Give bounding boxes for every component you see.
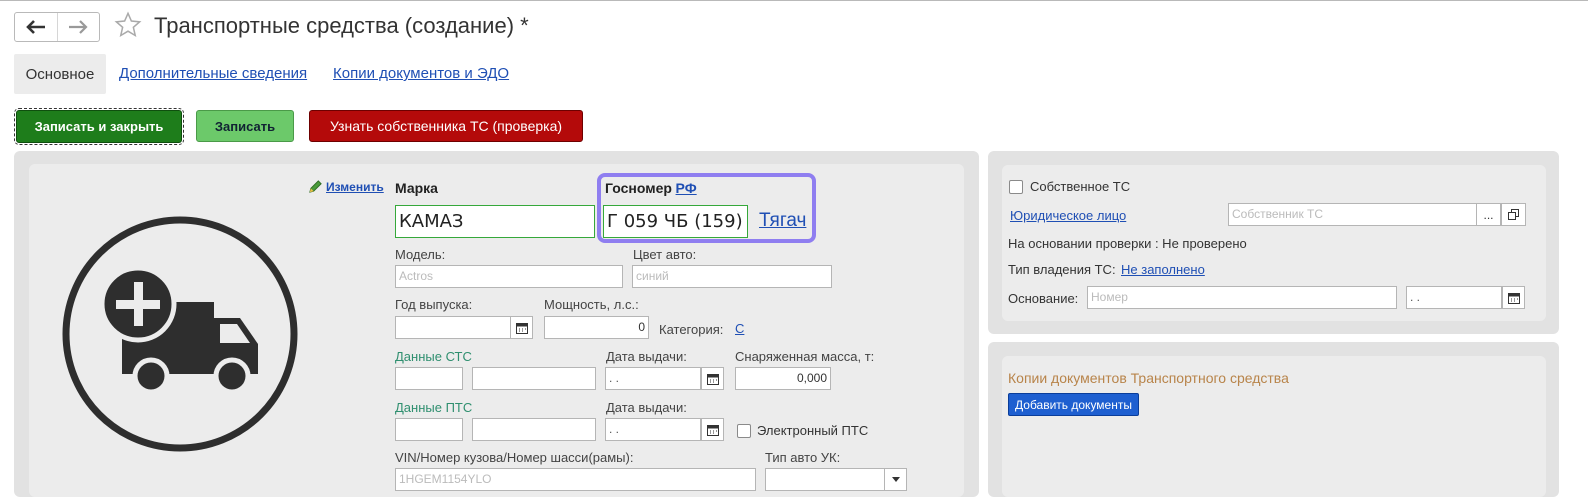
epts-checkbox[interactable]	[737, 423, 751, 438]
year-label: Год выпуска:	[395, 297, 473, 312]
sts-label: Данные СТС	[395, 349, 472, 364]
vin-label: VIN/Номер кузова/Номер шасси(рамы):	[395, 450, 634, 465]
brand-input[interactable]: КАМАЗ	[395, 205, 595, 238]
sts-date-input[interactable]: . .	[605, 367, 701, 390]
tab-document-copies[interactable]: Копии документов и ЭДО	[333, 65, 509, 82]
calendar-icon	[706, 424, 719, 436]
open-window-icon	[1508, 209, 1519, 220]
check-status-text: На основании проверки : Не проверено	[1008, 236, 1247, 251]
own-vehicle-option[interactable]: Собственное ТС	[1009, 179, 1130, 194]
epts-option[interactable]: Электронный ПТС	[737, 423, 868, 438]
pts-series-input[interactable]	[395, 418, 463, 441]
brand-label: Марка	[395, 180, 438, 196]
vehicle-kind-label: Тип авто УК:	[765, 450, 841, 465]
pts-date-label: Дата выдачи:	[606, 400, 687, 415]
tab-main[interactable]: Основное	[14, 54, 106, 94]
basis-number-input[interactable]: Номер	[1087, 286, 1397, 309]
documents-title: Копии документов Транспортного средства	[1008, 370, 1289, 386]
add-truck-icon[interactable]	[60, 214, 300, 454]
owner-open-button[interactable]	[1501, 203, 1526, 226]
pts-number-input[interactable]	[472, 418, 596, 441]
vehicle-type-link[interactable]: Тягач	[759, 210, 806, 232]
calendar-icon	[515, 322, 528, 334]
pts-label: Данные ПТС	[395, 400, 473, 415]
check-owner-button[interactable]: Узнать собственника ТС (проверка)	[309, 110, 583, 142]
plate-label: Госномер	[605, 180, 672, 196]
sts-series-input[interactable]	[395, 367, 463, 390]
power-input[interactable]: 0	[544, 316, 649, 339]
save-and-close-button[interactable]: Записать и закрыть	[14, 108, 184, 145]
year-calendar-button[interactable]	[510, 316, 533, 339]
own-vehicle-label: Собственное ТС	[1030, 179, 1131, 194]
color-label: Цвет авто:	[633, 247, 697, 262]
chevron-down-icon	[891, 477, 900, 482]
basis-date-input[interactable]: . .	[1406, 286, 1502, 309]
nav-group	[14, 12, 100, 42]
top-border	[0, 0, 1588, 1]
mass-input[interactable]: 0,000	[735, 367, 831, 390]
pencil-icon	[309, 180, 322, 193]
favorite-star-icon[interactable]	[114, 11, 142, 41]
legal-entity-link[interactable]: Юридическое лицо	[1010, 208, 1126, 223]
plate-country-link[interactable]: РФ	[676, 180, 697, 196]
year-input[interactable]	[395, 316, 511, 339]
sts-calendar-button[interactable]	[701, 367, 724, 390]
plate-input[interactable]: Г 059 ЧБ (159)	[603, 205, 748, 238]
basis-label: Основание:	[1008, 291, 1079, 306]
vehicle-kind-select[interactable]	[765, 468, 885, 491]
tab-additional-info[interactable]: Дополнительные сведения	[119, 65, 307, 82]
epts-label: Электронный ПТС	[757, 423, 869, 438]
forward-button[interactable]	[56, 13, 100, 41]
vehicle-kind-dropdown-button[interactable]	[884, 468, 907, 491]
pts-date-input[interactable]: . .	[605, 418, 701, 441]
mass-label: Снаряженная масса, т:	[735, 349, 875, 364]
calendar-icon	[706, 373, 719, 385]
basis-calendar-button[interactable]	[1502, 286, 1525, 309]
calendar-icon	[1507, 292, 1520, 304]
sts-date-label: Дата выдачи:	[606, 349, 687, 364]
owner-input[interactable]: Собственник ТС	[1228, 203, 1477, 226]
model-input[interactable]: Actros	[395, 265, 623, 288]
edit-link[interactable]: Изменить	[326, 180, 384, 194]
color-input[interactable]: синий	[632, 265, 832, 288]
add-documents-button[interactable]: Добавить документы	[1008, 393, 1139, 416]
back-button[interactable]	[15, 13, 57, 41]
arrow-right-icon	[69, 20, 88, 34]
model-label: Модель:	[395, 247, 446, 262]
save-button[interactable]: Записать	[196, 110, 294, 142]
plate-label-group: Госномер РФ	[605, 180, 697, 196]
category-link[interactable]: С	[735, 321, 744, 336]
vin-input[interactable]: 1HGEM1154YLO	[395, 468, 756, 491]
page-title: Транспортные средства (создание) *	[154, 13, 529, 38]
own-vehicle-checkbox[interactable]	[1009, 179, 1023, 194]
edit-image[interactable]: Изменить	[308, 179, 384, 194]
power-label: Мощность, л.с.:	[544, 297, 639, 312]
ownership-label: Тип владения ТС:	[1008, 262, 1116, 277]
arrow-left-icon	[25, 20, 45, 34]
pts-calendar-button[interactable]	[701, 418, 724, 441]
owner-select-button[interactable]: ...	[1476, 203, 1501, 226]
ownership-link[interactable]: Не заполнено	[1121, 262, 1205, 277]
sts-number-input[interactable]	[472, 367, 596, 390]
category-label: Категория:	[659, 322, 724, 337]
